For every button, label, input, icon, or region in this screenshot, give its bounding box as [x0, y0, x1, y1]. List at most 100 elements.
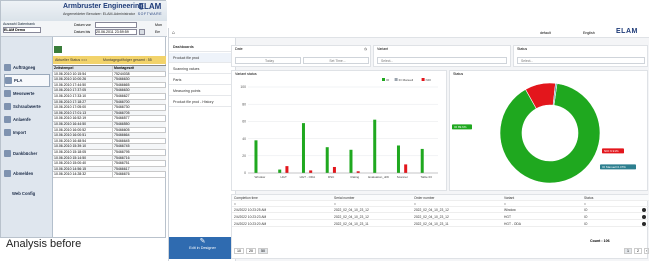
nav-dankbuecher[interactable]: Dankbücher: [4, 147, 50, 160]
page-2[interactable]: 2: [634, 248, 642, 255]
x-tick-label: Evaluation_drift: [368, 175, 389, 179]
status-select[interactable]: Select...: [517, 57, 645, 64]
top-bar: ⌂ default English ELAM: [169, 28, 649, 38]
home-icon[interactable]: ⌂: [172, 30, 175, 36]
bar[interactable]: [301, 123, 305, 173]
bar[interactable]: [373, 119, 377, 173]
col-header-zeitstempel[interactable]: Zeitstempel: [53, 66, 113, 71]
bar[interactable]: [254, 140, 258, 173]
x-tick-label: Rating: [351, 175, 360, 179]
next-page-icon[interactable]: ›: [644, 248, 649, 255]
old-app-title: Armbruster Engineering: [63, 3, 144, 10]
today-button[interactable]: Today: [235, 57, 301, 64]
nav-web-config[interactable]: Web Config: [4, 187, 50, 200]
old-table-body: 10.06.2010 10:15:54 75244038 10.06.2010 10…: [53, 71, 166, 178]
nav-anlaenfe[interactable]: Anlaenfe: [4, 113, 50, 126]
grid-col-order[interactable]: Order number: [412, 195, 502, 200]
bar[interactable]: [325, 147, 329, 173]
nav-import[interactable]: Import: [4, 126, 50, 139]
bar[interactable]: [349, 149, 353, 173]
clock-icon[interactable]: ◷: [364, 47, 367, 51]
grid-cell: Window: [504, 208, 516, 212]
x-tick-label: HGT - ODA: [300, 175, 315, 179]
grid-row[interactable]: 2/4/2022 10:23:20 AM 2022_02_04_10_23_11 2…: [232, 221, 649, 227]
table-row[interactable]: 10.06.2010 14:28:32 75466676: [53, 172, 166, 178]
language-selector[interactable]: English: [583, 31, 595, 35]
default-selector[interactable]: default: [540, 31, 551, 35]
cell-timestamp: 10.06.2010 17:18:27: [53, 99, 113, 105]
cell-montage: 75466665: [114, 82, 130, 87]
page-size-20[interactable]: 20: [246, 248, 256, 255]
variant-filter-panel: Variant Select...: [373, 45, 511, 67]
bar[interactable]: [404, 164, 408, 173]
variant-select[interactable]: Select...: [377, 57, 507, 64]
datum-bis-input[interactable]: 20.06.2011 23:59:59: [95, 29, 137, 35]
legend-label[interactable]: NIO: [426, 78, 432, 82]
bar[interactable]: [420, 148, 424, 173]
grid-filter-status[interactable]: =: [582, 201, 642, 206]
legend-label[interactable]: IO Manuell: [399, 78, 414, 82]
time-filter-input[interactable]: Set Time...: [303, 57, 369, 64]
page-size-50[interactable]: 50: [258, 248, 268, 255]
grid-col-completion[interactable]: Completion time: [232, 195, 332, 200]
datum-von-input[interactable]: [95, 22, 137, 28]
status-dot-icon: [642, 222, 646, 226]
x-tick-label: DSC: [328, 175, 335, 179]
nav-abmelden[interactable]: Abmelden: [4, 167, 50, 180]
grid-filter-completion[interactable]: =: [232, 201, 332, 206]
excel-export-icon[interactable]: [54, 46, 62, 53]
grid-filter-serial[interactable]: =: [332, 201, 412, 206]
grid-col-serial[interactable]: Serial number: [332, 195, 412, 200]
status-filter-label: Status: [517, 47, 528, 51]
nav-item-scanning[interactable]: Scanning values: [169, 64, 236, 74]
elam-logo: ELAM SOFTWARE: [135, 2, 165, 19]
old-filter-bar: Auswahl Datenbank ELAM Demo Datum von Mo…: [1, 21, 167, 37]
cell-timestamp: 10.06.2010 15:00:40: [53, 161, 113, 166]
grid-filter-variant[interactable]: =: [502, 201, 582, 206]
bar[interactable]: [309, 170, 313, 173]
page-1[interactable]: 1: [624, 248, 632, 255]
grid-row[interactable]: 2/4/2022 10:23:23 AM 2022_02_04_10_23_12 2…: [232, 214, 649, 220]
grid-filter-order[interactable]: =: [412, 201, 502, 206]
grid-row[interactable]: 2/4/2022 10:23:25 AM 2022_02_04_10_23_12 2…: [232, 207, 649, 213]
nav-item-measuring[interactable]: Measuring points: [169, 86, 236, 96]
status-bar: Aktueller Status ==> Montagegut/folger g…: [53, 56, 166, 64]
grid-cell: 2022_02_04_10_23_12: [334, 208, 369, 212]
page-size-10[interactable]: 10: [234, 248, 244, 255]
status-value: Montagegut/folger gesamt : 55: [103, 58, 152, 62]
grid-col-variant[interactable]: Variant: [502, 195, 582, 200]
edit-in-designer-button[interactable]: ✎ Edit in Designer: [169, 237, 236, 259]
bar[interactable]: [332, 166, 336, 173]
legend-swatch: [421, 78, 425, 81]
book-icon: [4, 150, 11, 157]
col-header-montage[interactable]: Montageseit: [113, 66, 134, 71]
db-select-label: Auswahl Datenbank: [3, 22, 35, 26]
nav-item-parts[interactable]: Parts: [169, 75, 236, 85]
new-logo: ELAM: [616, 28, 638, 35]
nav-item-product-file[interactable]: Product file prod: [169, 53, 236, 63]
bar[interactable]: [278, 169, 282, 173]
db-select[interactable]: ELAM Demo: [3, 27, 41, 33]
cell-timestamp: 10.06.2010 15:39:10: [53, 144, 113, 149]
nav-pla[interactable]: PLA: [4, 74, 50, 87]
nav-schraubwerte[interactable]: Schraubwerte: [4, 100, 50, 113]
cell-montage: 75466617: [114, 166, 130, 171]
x-tick-label: Table 03: [420, 175, 432, 179]
screenshot-root: Armbruster Engineering Angemeldeter Benu…: [0, 0, 649, 261]
cell-montage: 75466630: [114, 88, 130, 93]
cell-timestamp: 10.06.2010 17:44:50: [53, 82, 113, 88]
nav-dashboards-header: Dashboards: [169, 42, 236, 52]
logo-text: ELAM: [138, 2, 162, 11]
grid-cell: HGT - ODA: [504, 222, 521, 226]
nav-auftraege[interactable]: Aufträgneg: [4, 61, 50, 74]
calendar-icon[interactable]: [139, 29, 145, 35]
grid-col-status[interactable]: Status: [582, 195, 642, 200]
pla-icon: [5, 77, 12, 84]
bar[interactable]: [285, 166, 289, 173]
bar[interactable]: [356, 171, 360, 173]
nav-messwerte[interactable]: Messwerte: [4, 87, 50, 100]
nav-item-history[interactable]: Product file prod - History: [169, 97, 236, 107]
bar[interactable]: [396, 145, 400, 173]
legend-label[interactable]: IO: [386, 78, 390, 82]
y-tick-label: 60: [242, 120, 246, 124]
